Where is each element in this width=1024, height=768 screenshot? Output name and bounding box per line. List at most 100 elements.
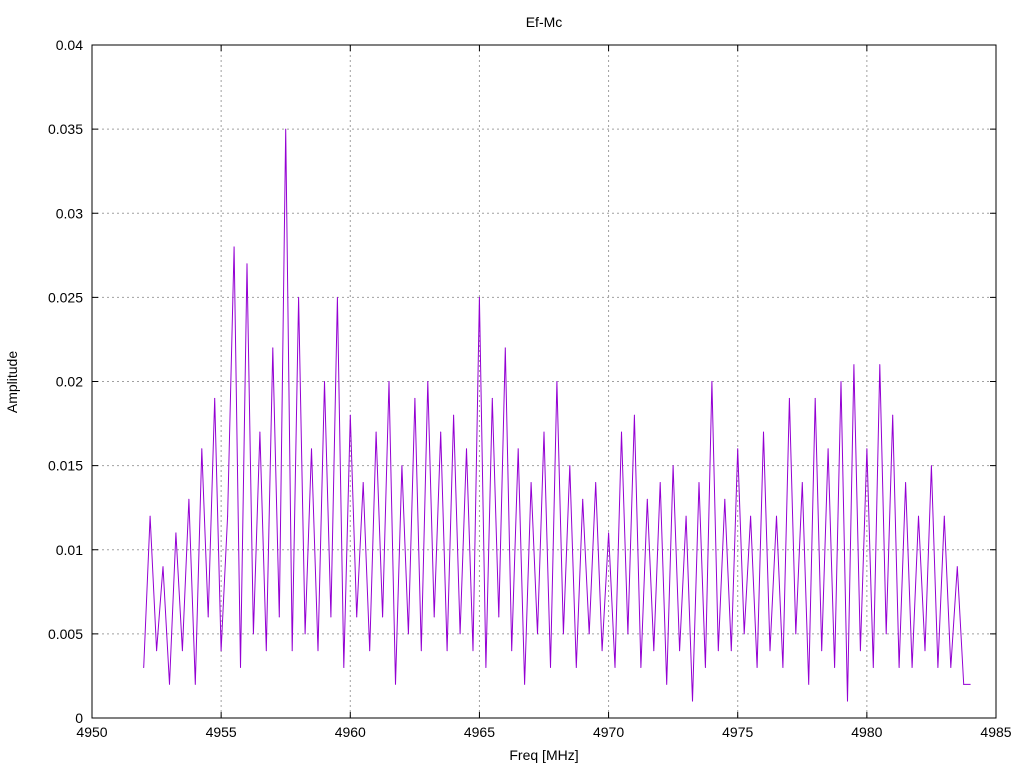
data-point (963, 683, 965, 685)
data-point (485, 667, 487, 669)
data-point (265, 650, 267, 652)
data-point (834, 667, 836, 669)
data-point (853, 364, 855, 366)
data-point (252, 633, 254, 635)
data-point (582, 498, 584, 500)
data-point (750, 515, 752, 517)
data-point (291, 650, 293, 652)
x-tick-label: 4960 (335, 724, 366, 740)
data-point (524, 683, 526, 685)
data-point (517, 448, 519, 450)
data-point (859, 650, 861, 652)
data-point (911, 667, 913, 669)
data-point (679, 650, 681, 652)
data-point (943, 515, 945, 517)
data-point (504, 347, 506, 349)
x-tick-label: 4965 (464, 724, 495, 740)
y-tick-label: 0 (75, 710, 83, 726)
data-point (285, 128, 287, 130)
data-point (795, 633, 797, 635)
x-tick-label: 4975 (722, 724, 753, 740)
data-point (394, 683, 396, 685)
data-point (569, 465, 571, 467)
data-point (672, 465, 674, 467)
data-point (737, 448, 739, 450)
data-point (220, 650, 222, 652)
data-point (924, 650, 926, 652)
data-point (556, 381, 558, 382)
data-point (194, 683, 196, 685)
data-point (407, 633, 409, 635)
data-point (711, 381, 713, 382)
x-tick-label: 4970 (593, 724, 624, 740)
grid (92, 45, 996, 718)
data-point (814, 397, 816, 399)
data-point (181, 650, 183, 652)
data-point (272, 347, 274, 349)
data-point (459, 633, 461, 635)
data-point (646, 498, 648, 500)
data-point (620, 431, 622, 433)
series-line (143, 129, 971, 702)
data-point (956, 566, 958, 568)
data-point (446, 650, 448, 652)
data-point (775, 515, 777, 517)
x-axis-label: Freq [MHz] (509, 747, 578, 763)
data-point (595, 481, 597, 483)
data-point (317, 650, 319, 652)
y-tick-label: 0.02 (56, 374, 83, 390)
series-layer (143, 128, 971, 702)
data-point (685, 515, 687, 517)
x-tick-label: 4950 (76, 724, 107, 740)
data-point (666, 683, 668, 685)
x-tick-label: 4955 (206, 724, 237, 740)
data-point (259, 431, 261, 433)
data-point (575, 667, 577, 669)
data-point (782, 667, 784, 669)
data-point (440, 431, 442, 433)
data-point (156, 650, 158, 652)
data-point (537, 633, 539, 635)
data-point (530, 481, 532, 483)
data-point (343, 667, 345, 669)
data-point (905, 481, 907, 483)
data-point (336, 296, 338, 298)
data-point (323, 381, 325, 382)
data-point (788, 397, 790, 399)
data-point (898, 667, 900, 669)
data-point (892, 414, 894, 416)
data-point (724, 498, 726, 500)
data-point (233, 246, 235, 248)
data-point (349, 414, 351, 416)
data-point (743, 633, 745, 635)
data-point (246, 263, 248, 265)
data-point (214, 397, 216, 399)
data-point (478, 296, 480, 298)
data-point (969, 683, 971, 685)
data-point (937, 667, 939, 669)
data-point (614, 667, 616, 669)
chart-title: Ef-Mc (526, 14, 563, 30)
data-point (627, 633, 629, 635)
data-point (162, 566, 164, 568)
data-point (885, 633, 887, 635)
data-point (801, 481, 803, 483)
y-tick-label: 0.005 (48, 626, 83, 642)
chart: 4950 4955 4960 4965 4970 4975 4980 4985 0 0.005 0.… (4, 14, 1012, 763)
data-point (311, 448, 313, 450)
data-point (356, 616, 358, 618)
data-point (821, 650, 823, 652)
data-point (472, 650, 474, 652)
data-point (640, 667, 642, 669)
data-point (420, 650, 422, 652)
data-point (918, 515, 920, 517)
data-point (207, 616, 209, 618)
data-point (866, 448, 868, 450)
data-point (879, 364, 881, 366)
data-point (382, 616, 384, 618)
x-tick-label: 4980 (851, 724, 882, 740)
data-point (717, 650, 719, 652)
data-point (659, 481, 661, 483)
data-point (427, 381, 429, 382)
data-point (846, 700, 848, 702)
